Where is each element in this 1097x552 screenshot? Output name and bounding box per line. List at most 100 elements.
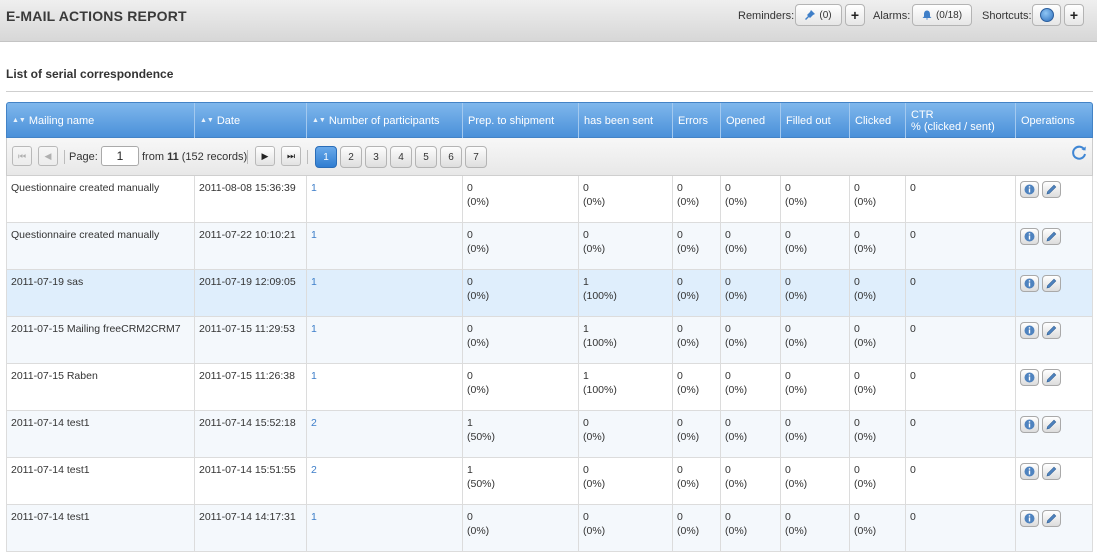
cell-filled-out-value: 0 [785,276,791,288]
info-button[interactable] [1020,275,1039,292]
edit-button[interactable] [1042,322,1061,339]
edit-button[interactable] [1042,275,1061,292]
refresh-icon[interactable] [1070,144,1088,162]
cell-clicked-percent: (0%) [854,478,877,490]
col-header-sent[interactable]: has been sent [579,103,673,138]
cell-prep-value: 0 [467,370,473,382]
cell-filled-out-percent: (0%) [785,525,808,537]
cell-clicked-percent: (0%) [854,384,877,396]
table-row[interactable]: 2011-07-15 Raben 2011-07-15 11:26:38 1 0 (0%… [6,364,1093,411]
cell-prep-value: 1 [467,417,473,429]
col-header-ctr[interactable]: CTR % (clicked / sent) [906,103,1016,138]
table-row[interactable]: 2011-07-14 test1 2011-07-14 15:51:55 2 1 (50… [6,458,1093,505]
cell-prep: 0 (0%) [463,364,579,410]
col-header-clicked[interactable]: Clicked [850,103,906,138]
cell-sent-percent: (100%) [583,337,617,349]
info-button[interactable] [1020,369,1039,386]
table-row[interactable]: 2011-07-15 Mailing freeCRM2CRM7 2011-07-1… [6,317,1093,364]
cell-errors-value: 0 [677,370,683,382]
participants-link[interactable]: 1 [311,511,317,523]
info-button[interactable] [1020,463,1039,480]
edit-button[interactable] [1042,416,1061,433]
shortcuts-button[interactable] [1032,4,1061,26]
cell-mailing-name-value: 2011-07-14 test1 [11,464,90,476]
participants-link[interactable]: 1 [311,370,317,382]
cell-participants: 1 [307,176,463,222]
edit-button[interactable] [1042,228,1061,245]
cell-filled-out-percent: (0%) [785,196,808,208]
cell-ctr: 0 [906,364,1016,410]
table-row[interactable]: Questionnaire created manually 2011-08-08… [6,176,1093,223]
col-header-filled-out[interactable]: Filled out [781,103,850,138]
table-row[interactable]: 2011-07-14 test1 2011-07-14 15:52:18 2 1 (50… [6,411,1093,458]
page-button-2[interactable]: 2 [340,146,362,168]
add-reminder-button[interactable]: + [845,4,865,26]
cell-participants: 1 [307,270,463,316]
cell-operations [1016,458,1092,504]
info-button[interactable] [1020,181,1039,198]
page-button-6[interactable]: 6 [440,146,462,168]
info-button[interactable] [1020,322,1039,339]
cell-sent: 0 (0%) [579,458,673,504]
info-icon [1024,372,1035,383]
col-header-date[interactable]: ▲▼ Date [195,103,307,138]
info-button[interactable] [1020,228,1039,245]
page-button-4[interactable]: 4 [390,146,412,168]
cell-sent-percent: (0%) [583,478,606,490]
first-page-button[interactable]: ⏮ [12,146,32,166]
page-button-5[interactable]: 5 [415,146,437,168]
add-shortcut-button[interactable]: + [1064,4,1084,26]
cell-sent-value: 0 [583,511,589,523]
page-button-3[interactable]: 3 [365,146,387,168]
cell-filled-out: 0 (0%) [781,176,850,222]
participants-link[interactable]: 1 [311,276,317,288]
cell-mailing-name: Questionnaire created manually [7,176,195,222]
cell-ctr: 0 [906,317,1016,363]
col-header-participants[interactable]: ▲▼ Number of participants [307,103,463,138]
col-header-mailing-name[interactable]: ▲▼ Mailing name [7,103,195,138]
cell-ctr-value: 0 [910,464,916,476]
participants-link[interactable]: 2 [311,417,317,429]
page-input[interactable] [101,146,139,166]
edit-button[interactable] [1042,181,1061,198]
page-button-7[interactable]: 7 [465,146,487,168]
edit-button[interactable] [1042,369,1061,386]
info-button[interactable] [1020,510,1039,527]
cell-opened-value: 0 [725,417,731,429]
cell-filled-out-percent: (0%) [785,478,808,490]
next-page-button[interactable]: ▶ [255,146,275,166]
edit-button[interactable] [1042,463,1061,480]
cell-errors-value: 0 [677,276,683,288]
table-row[interactable]: Questionnaire created manually 2011-07-22… [6,223,1093,270]
info-icon [1024,466,1035,477]
col-header-opened[interactable]: Opened [721,103,781,138]
participants-link[interactable]: 1 [311,323,317,335]
page-button-1[interactable]: 1 [315,146,337,168]
cell-mailing-name-value: Questionnaire created manually [11,229,160,241]
col-header-errors[interactable]: Errors [673,103,721,138]
cell-opened-value: 0 [725,323,731,335]
cell-opened-value: 0 [725,370,731,382]
cell-sent-value: 0 [583,417,589,429]
col-header-prep[interactable]: Prep. to shipment [463,103,579,138]
cell-opened-value: 0 [725,182,731,194]
pagination-bar: ⏮ ◀ Page: from 11 (152 records) ▶ ⏭ 1 2 … [6,138,1093,176]
cell-date: 2011-07-15 11:29:53 [195,317,307,363]
table-row[interactable]: 2011-07-14 test1 2011-07-14 14:17:31 1 0 (0%… [6,505,1093,552]
table-row[interactable]: 2011-07-19 sas 2011-07-19 12:09:05 1 0 (0%) 1… [6,270,1093,317]
prev-page-button[interactable]: ◀ [38,146,58,166]
cell-clicked-value: 0 [854,276,860,288]
participants-link[interactable]: 1 [311,229,317,241]
edit-button[interactable] [1042,510,1061,527]
participants-link[interactable]: 2 [311,464,317,476]
cell-mailing-name-value: 2011-07-15 Mailing freeCRM2CRM7 [11,323,181,335]
info-button[interactable] [1020,416,1039,433]
cell-mailing-name: 2011-07-19 sas [7,270,195,316]
cell-ctr: 0 [906,411,1016,457]
alarms-button[interactable]: (0/18) [912,4,972,26]
last-page-button[interactable]: ⏭ [281,146,301,166]
pencil-icon [1046,184,1057,195]
cell-sent-value: 0 [583,182,589,194]
participants-link[interactable]: 1 [311,182,317,194]
reminders-button[interactable]: (0) [795,4,842,26]
